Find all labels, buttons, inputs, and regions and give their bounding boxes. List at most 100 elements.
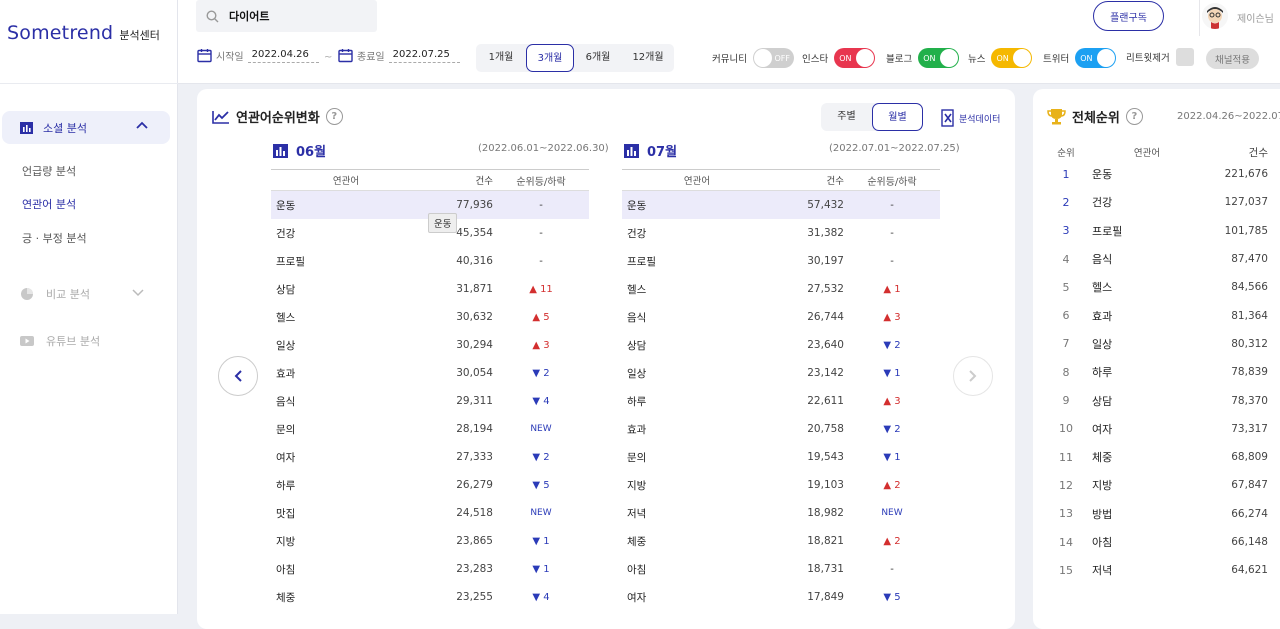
related-word[interactable]: 아침 (271, 562, 421, 577)
related-word[interactable]: 체중 (1092, 449, 1202, 465)
related-word[interactable]: 건강 (622, 226, 772, 241)
related-word[interactable]: 상담 (622, 338, 772, 353)
table-row[interactable]: 9 상담 78,370 (1040, 386, 1280, 414)
table-row[interactable]: 5 헬스 84,566 (1040, 273, 1280, 301)
related-word[interactable]: 효과 (622, 422, 772, 437)
help-icon[interactable]: ? (325, 108, 343, 125)
table-row[interactable]: 3 프로필 101,785 (1040, 217, 1280, 245)
related-word[interactable]: 음식 (622, 310, 772, 325)
table-row[interactable]: 프로필 30,197 - (622, 247, 940, 275)
start-date-value[interactable]: 2022.04.26 (247, 49, 319, 63)
table-row[interactable]: 4 음식 87,470 (1040, 245, 1280, 273)
table-row[interactable]: 체중 23,255 ▼ 4 (271, 583, 589, 611)
related-word[interactable]: 운동 (1092, 166, 1202, 182)
table-row[interactable]: 여자 27,333 ▼ 2 (271, 443, 589, 471)
table-row[interactable]: 저녁 18,982 NEW (622, 499, 940, 527)
table-row[interactable]: 하루 26,279 ▼ 5 (271, 471, 589, 499)
table-row[interactable]: 하루 22,611 ▲ 3 (622, 387, 940, 415)
related-word[interactable]: 일상 (622, 366, 772, 381)
related-word[interactable]: 운동 (622, 198, 772, 213)
username[interactable]: 제이슨님 (1237, 10, 1274, 25)
next-month-button[interactable] (953, 356, 993, 396)
related-word[interactable]: 문의 (622, 450, 772, 465)
related-word[interactable]: 운동 (271, 198, 421, 213)
related-word[interactable]: 여자 (622, 590, 772, 605)
prev-month-button[interactable] (218, 356, 258, 396)
sidebar-item-social[interactable]: 소셜 분석 (2, 111, 170, 144)
toggle-instagram[interactable]: ON (834, 48, 876, 68)
related-word[interactable]: 하루 (1092, 364, 1202, 380)
table-row[interactable]: 여자 17,849 ▼ 5 (622, 583, 940, 611)
related-word[interactable]: 효과 (1092, 308, 1202, 324)
table-row[interactable]: 2 건강 127,037 (1040, 188, 1280, 216)
start-date-picker[interactable]: 시작일 2022.04.26 (197, 48, 319, 63)
sidebar-sub-related[interactable]: 연관어 분석 (22, 196, 76, 212)
table-row[interactable]: 일상 30,294 ▲ 3 (271, 331, 589, 359)
related-word[interactable]: 일상 (1092, 336, 1202, 352)
related-word[interactable]: 상담 (1092, 393, 1202, 409)
related-word[interactable]: 건강 (271, 226, 421, 241)
end-date-value[interactable]: 2022.07.25 (388, 49, 460, 63)
related-word[interactable]: 저녁 (1092, 562, 1202, 578)
table-row[interactable]: 문의 19,543 ▼ 1 (622, 443, 940, 471)
table-row[interactable]: 맛집 24,518 NEW (271, 499, 589, 527)
related-word[interactable]: 프로필 (1092, 223, 1202, 239)
related-word[interactable]: 방법 (1092, 506, 1202, 522)
table-row[interactable]: 6 효과 81,364 (1040, 301, 1280, 329)
table-row[interactable]: 건강 31,382 - (622, 219, 940, 247)
table-row[interactable]: 아침 18,731 - (622, 555, 940, 583)
related-word[interactable]: 헬스 (622, 282, 772, 297)
monthly-tab[interactable]: 월별 (872, 103, 923, 131)
related-word[interactable]: 지방 (271, 534, 421, 549)
table-row[interactable]: 상담 23,640 ▼ 2 (622, 331, 940, 359)
sidebar-sub-sentiment[interactable]: 긍 · 부정 분석 (22, 230, 87, 246)
search-input[interactable] (229, 9, 359, 23)
related-word[interactable]: 하루 (271, 478, 421, 493)
related-word[interactable]: 체중 (271, 590, 421, 605)
table-row[interactable]: 효과 20,758 ▼ 2 (622, 415, 940, 443)
table-row[interactable]: 8 하루 78,839 (1040, 358, 1280, 386)
toggle-twitter[interactable]: ON (1075, 48, 1117, 68)
related-word[interactable]: 아침 (1092, 534, 1202, 550)
table-row[interactable]: 프로필 40,316 - (271, 247, 589, 275)
download-data-button[interactable]: 분석데이터 (941, 109, 1000, 127)
related-word[interactable]: 여자 (1092, 421, 1202, 437)
related-word[interactable]: 프로필 (622, 254, 772, 269)
related-word[interactable]: 맛집 (271, 506, 421, 521)
related-word[interactable]: 상담 (271, 282, 421, 297)
table-row[interactable]: 10 여자 73,317 (1040, 415, 1280, 443)
sidebar-sub-mention[interactable]: 언급량 분석 (22, 163, 76, 179)
table-row[interactable]: 일상 23,142 ▼ 1 (622, 359, 940, 387)
table-row[interactable]: 지방 23,865 ▼ 1 (271, 527, 589, 555)
related-word[interactable]: 지방 (622, 478, 772, 493)
table-row[interactable]: 아침 23,283 ▼ 1 (271, 555, 589, 583)
related-word[interactable]: 프로필 (271, 254, 421, 269)
table-row[interactable]: 14 아침 66,148 (1040, 528, 1280, 556)
weekly-tab[interactable]: 주별 (821, 103, 872, 131)
table-row[interactable]: 음식 26,744 ▲ 3 (622, 303, 940, 331)
related-word[interactable]: 일상 (271, 338, 421, 353)
related-word[interactable]: 지방 (1092, 477, 1202, 493)
table-row[interactable]: 지방 19,103 ▲ 2 (622, 471, 940, 499)
end-date-picker[interactable]: 종료일 2022.07.25 (338, 48, 460, 63)
toggle-news[interactable]: ON (991, 48, 1033, 68)
table-row[interactable]: 운동 57,432 - (622, 191, 940, 219)
table-row[interactable]: 문의 28,194 NEW (271, 415, 589, 443)
related-word[interactable]: 음식 (271, 394, 421, 409)
table-row[interactable]: 헬스 30,632 ▲ 5 (271, 303, 589, 331)
table-row[interactable]: 11 체중 68,809 (1040, 443, 1280, 471)
table-row[interactable]: 15 저녁 64,621 (1040, 556, 1280, 584)
related-word[interactable]: 저녁 (622, 506, 772, 521)
related-word[interactable]: 아침 (622, 562, 772, 577)
related-word[interactable]: 헬스 (271, 310, 421, 325)
logo[interactable]: Sometrend 분석센터 (7, 22, 160, 44)
search-box[interactable] (196, 0, 377, 32)
table-row[interactable]: 효과 30,054 ▼ 2 (271, 359, 589, 387)
related-word[interactable]: 체중 (622, 534, 772, 549)
table-row[interactable]: 음식 29,311 ▼ 4 (271, 387, 589, 415)
table-row[interactable]: 체중 18,821 ▲ 2 (622, 527, 940, 555)
period-3month[interactable]: 3개월 (526, 44, 574, 72)
period-1month[interactable]: 1개월 (476, 44, 526, 72)
help-icon[interactable]: ? (1125, 108, 1143, 125)
period-6month[interactable]: 6개월 (574, 44, 622, 72)
